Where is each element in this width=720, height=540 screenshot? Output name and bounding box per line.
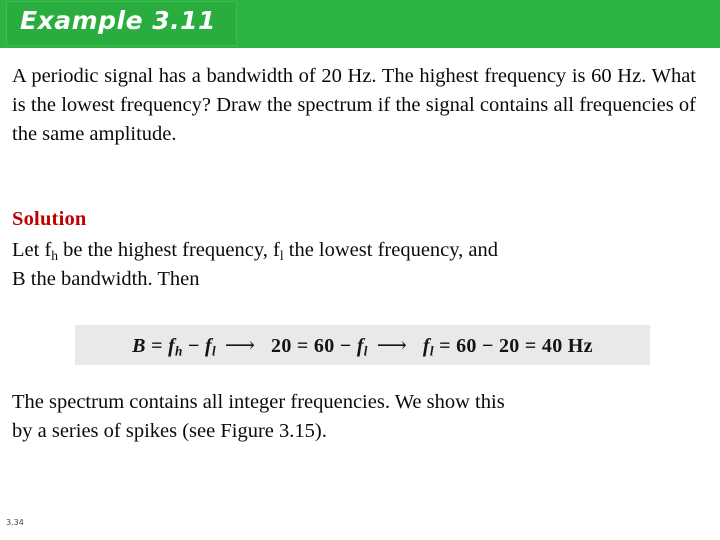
equation-var-B: B <box>132 334 146 357</box>
footer-page-number: 3.34 <box>6 518 24 527</box>
equation-result-base: f <box>422 334 430 357</box>
equation-expression: B = fh − fl ⟶ 20 = 60 − fl ⟶ fl = 60 − 20 = … <box>132 333 593 358</box>
solution-line-1-part-3: the lowest frequency, and <box>283 239 499 261</box>
slide-content: A periodic signal has a bandwidth of 20 … <box>0 48 720 540</box>
page-title: Example 3.11 <box>20 6 216 35</box>
solution-line-1-part-2: be the highest frequency, f <box>58 239 280 261</box>
slide-header-banner: Example 3.11 <box>0 0 720 48</box>
equation-fl-base-2: f <box>356 334 364 357</box>
equation-fl-base-1: f <box>204 334 212 357</box>
closing-paragraph: The spectrum contains all integer freque… <box>12 388 696 446</box>
equation-arrow-2: ⟶ <box>376 332 407 357</box>
equation-minus-1: − <box>182 334 205 357</box>
intro-line-1: A periodic signal has a bandwidth of 20 … <box>12 65 479 87</box>
closing-line-2: by a series of spikes (see Figure 3.15). <box>12 420 327 442</box>
intro-line-4: amplitude. <box>89 123 177 145</box>
solution-line-1-part-1: Let f <box>12 239 52 261</box>
closing-line-1: The spectrum contains all integer freque… <box>12 391 505 413</box>
solution-line-2: B the bandwidth. Then <box>12 268 200 290</box>
solution-heading: Solution <box>12 208 87 230</box>
solution-paragraph: Let fh be the highest frequency, fl the … <box>12 236 696 294</box>
solution-line-1: Let fh be the highest frequency, fl the … <box>12 239 499 262</box>
equation-panel: B = fh − fl ⟶ 20 = 60 − fl ⟶ fl = 60 − 20 = … <box>75 325 650 365</box>
equation-fh-base: f <box>168 334 176 357</box>
intro-paragraph: A periodic signal has a bandwidth of 20 … <box>12 62 696 149</box>
equation-middle-lhs: 20 = 60 − <box>271 334 357 357</box>
equation-equals-1: = <box>145 334 169 357</box>
equation-arrow-1: ⟶ <box>224 332 255 357</box>
equation-result-value: = 60 − 20 = 40 Hz <box>433 334 593 357</box>
equation-fh-subscript: h <box>175 343 183 359</box>
